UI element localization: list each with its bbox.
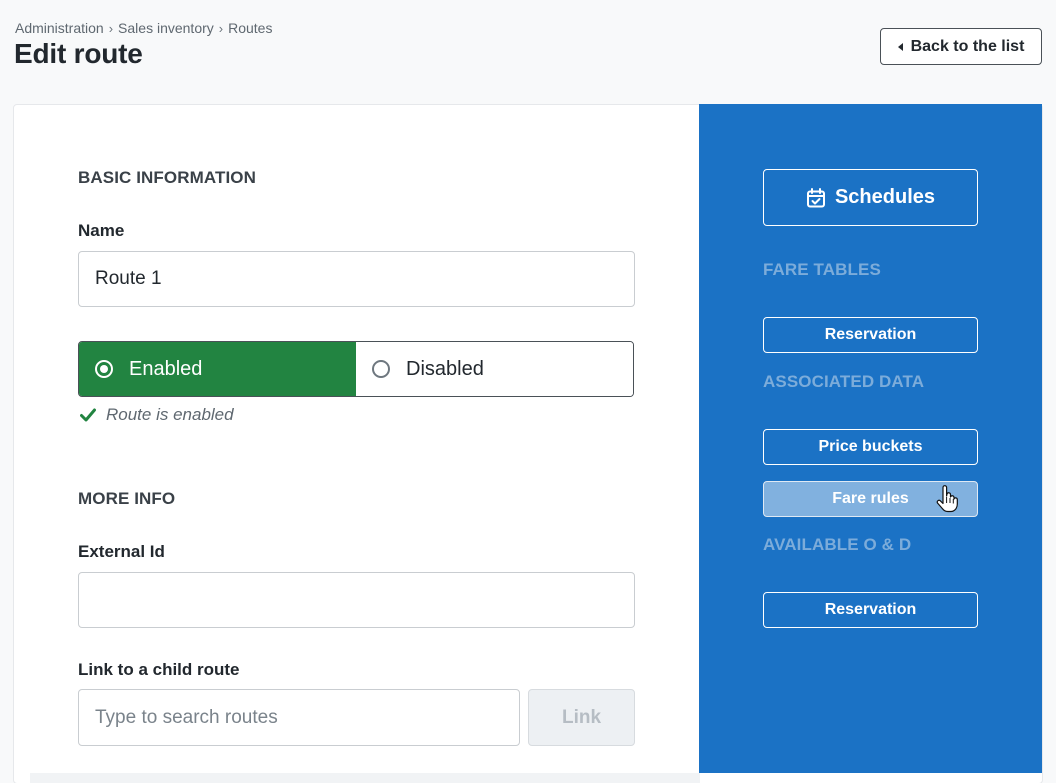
calendar-check-icon xyxy=(806,187,825,207)
checkmark-icon xyxy=(80,408,96,422)
external-id-label: External Id xyxy=(78,542,165,561)
child-route-search-input[interactable] xyxy=(78,689,520,746)
child-route-label: Link to a child route xyxy=(78,660,240,679)
basic-information-heading: BASIC INFORMATION xyxy=(78,168,256,187)
more-info-heading: MORE INFO xyxy=(78,489,176,508)
breadcrumb-separator: › xyxy=(108,20,114,36)
fare-tables-heading: FARE TABLES xyxy=(763,260,881,279)
associated-data-heading: ASSOCIATED DATA xyxy=(763,372,925,391)
enabled-option[interactable]: Enabled xyxy=(79,342,356,396)
back-button-label: Back to the list xyxy=(910,37,1025,55)
schedules-button[interactable]: Schedules xyxy=(763,169,978,226)
schedules-label: Schedules xyxy=(834,186,936,208)
card-footer-strip xyxy=(30,773,700,783)
side-panel: Schedules FARE TABLES Reservation ASSOCI… xyxy=(699,104,1042,773)
breadcrumb-separator: › xyxy=(218,20,224,36)
external-id-input[interactable] xyxy=(78,572,635,628)
enabled-label: Enabled xyxy=(129,357,203,380)
status-message: Route is enabled xyxy=(80,405,234,425)
name-label: Name xyxy=(78,221,125,240)
status-message-text: Route is enabled xyxy=(106,405,234,424)
back-to-list-button[interactable]: Back to the list xyxy=(880,28,1042,65)
available-od-reservation-button[interactable]: Reservation xyxy=(763,592,978,628)
available-od-heading: AVAILABLE O & D xyxy=(763,535,912,554)
fare-tables-reservation-button[interactable]: Reservation xyxy=(763,317,978,353)
radio-empty-icon xyxy=(372,360,390,378)
page-title: Edit route xyxy=(14,38,143,69)
disabled-option[interactable]: Disabled xyxy=(356,342,633,396)
price-buckets-button[interactable]: Price buckets xyxy=(763,429,978,465)
breadcrumb-administration[interactable]: Administration xyxy=(15,20,104,36)
breadcrumb: Administration › Sales inventory › Route… xyxy=(15,20,272,36)
breadcrumb-routes[interactable]: Routes xyxy=(228,20,272,36)
link-button[interactable]: Link xyxy=(528,689,635,746)
disabled-label: Disabled xyxy=(406,357,484,380)
caret-left-icon xyxy=(897,42,903,51)
name-input[interactable] xyxy=(78,251,635,307)
radio-selected-icon xyxy=(95,360,113,378)
status-toggle: Enabled Disabled xyxy=(78,341,634,397)
hand-pointer-icon xyxy=(936,485,958,513)
breadcrumb-sales-inventory[interactable]: Sales inventory xyxy=(118,20,214,36)
